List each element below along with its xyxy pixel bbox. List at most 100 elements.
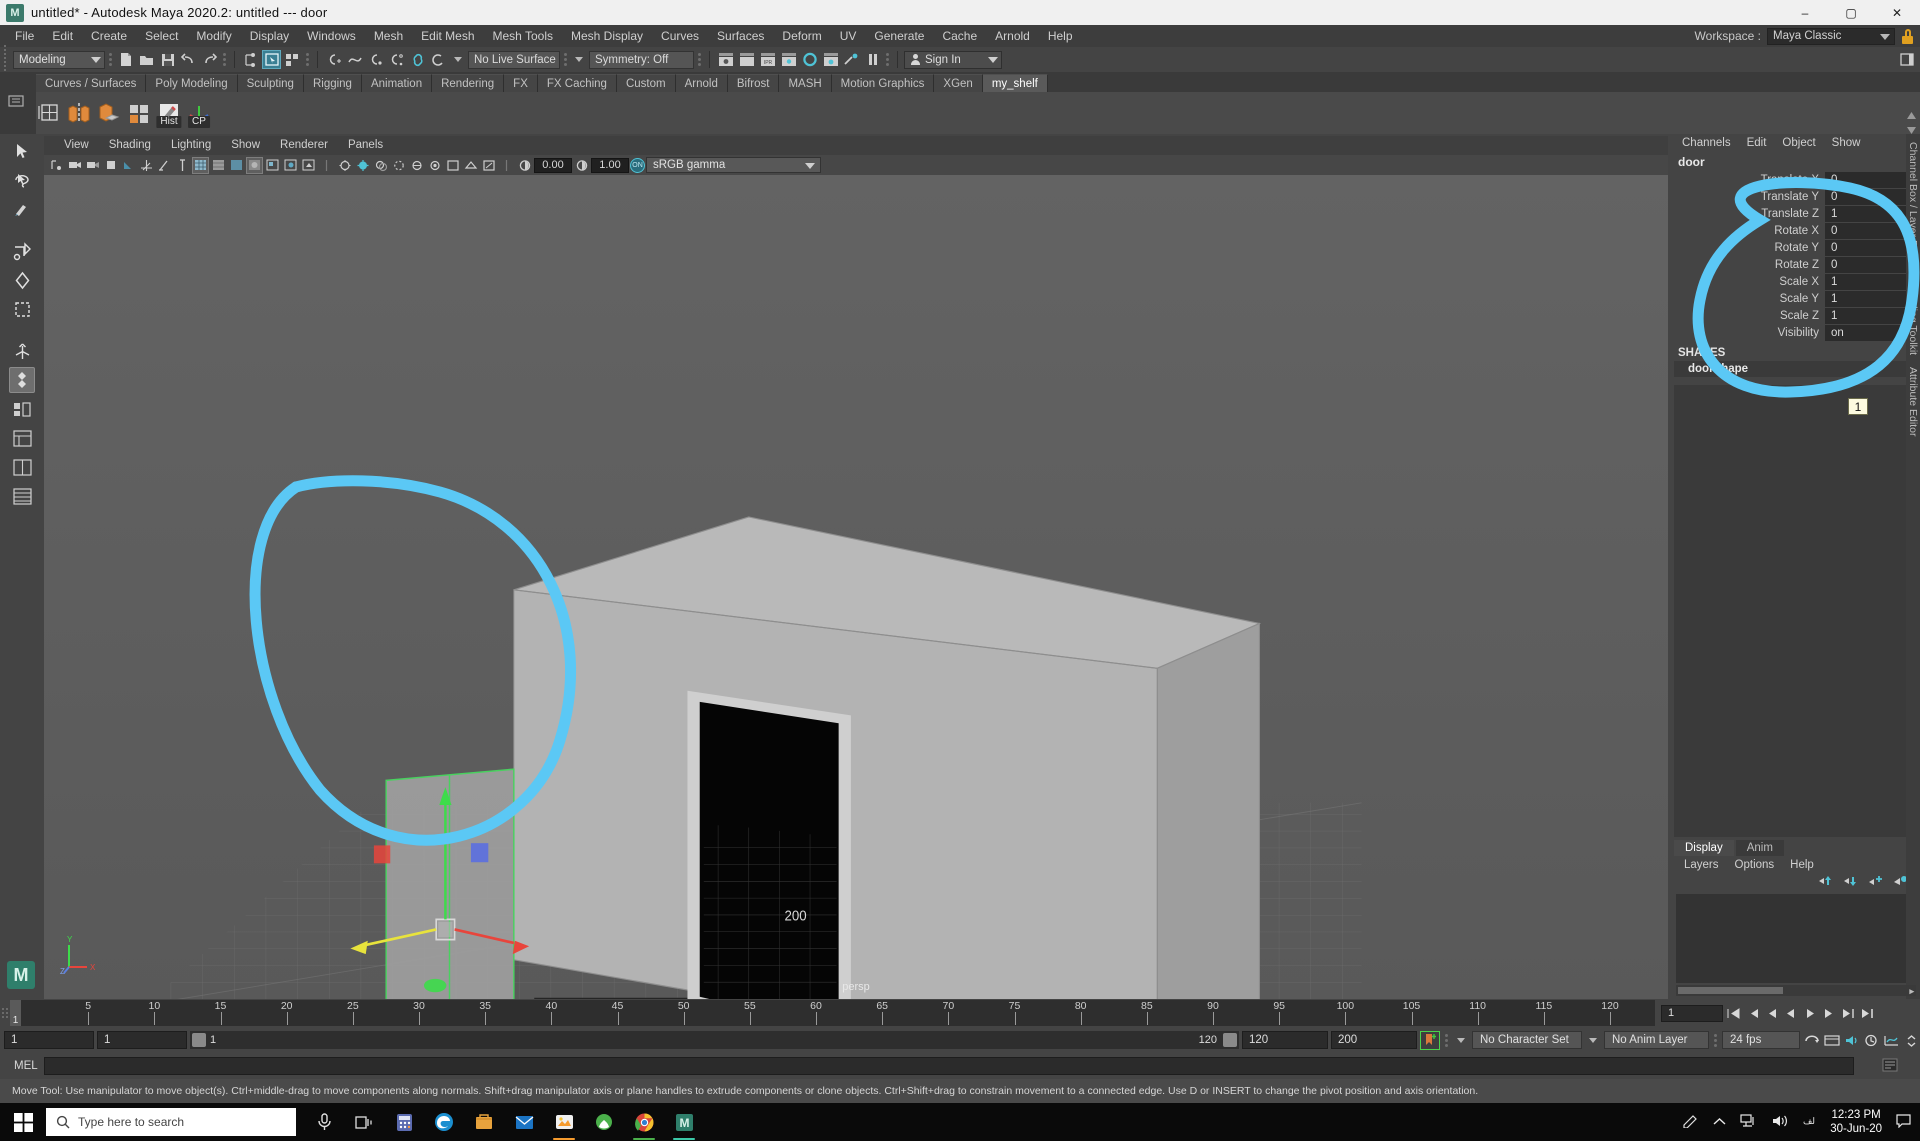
- two-d-pan-zoom-icon[interactable]: [120, 157, 137, 174]
- shelf-tab-sculpting[interactable]: Sculpting: [237, 74, 304, 92]
- chevron-down-icon[interactable]: [454, 57, 462, 62]
- scale-tool[interactable]: [9, 296, 35, 322]
- chrome-icon[interactable]: [624, 1103, 664, 1141]
- network-icon[interactable]: [1740, 1113, 1757, 1131]
- layer-menu-layers[interactable]: Layers: [1676, 859, 1727, 871]
- volume-icon[interactable]: [1771, 1114, 1788, 1131]
- side-tab-modeling-toolkit[interactable]: Modeling Toolkit: [1906, 274, 1920, 361]
- viewport-menu-show[interactable]: Show: [221, 136, 270, 155]
- layer-menu-help[interactable]: Help: [1782, 859, 1822, 871]
- menu-mesh-display[interactable]: Mesh Display: [562, 25, 652, 47]
- color-management-toggle[interactable]: ON: [630, 157, 645, 173]
- range-handle-left[interactable]: [192, 1033, 206, 1047]
- shelf-tab-fx[interactable]: FX: [504, 74, 538, 92]
- animation-start-time-field[interactable]: 1: [4, 1031, 94, 1049]
- channel-menu-show[interactable]: Show: [1824, 134, 1869, 152]
- save-scene-icon[interactable]: [158, 50, 177, 69]
- motion-blur-icon[interactable]: [408, 157, 425, 174]
- select-by-component-icon[interactable]: [283, 50, 302, 69]
- sign-in-button[interactable]: Sign In: [904, 50, 1002, 69]
- maya-taskbar-icon[interactable]: M: [664, 1103, 704, 1141]
- shelf-tab-animation[interactable]: Animation: [361, 74, 433, 92]
- go-to-start-icon[interactable]: [1725, 1005, 1742, 1022]
- graph-editor-icon[interactable]: [1883, 1032, 1900, 1049]
- ipr-render-icon[interactable]: IPR: [758, 50, 777, 69]
- sidebar-toggle-icon[interactable]: [1897, 50, 1916, 69]
- tab-anim-layers[interactable]: Anim: [1735, 840, 1784, 856]
- time-slider-drag-handle[interactable]: [0, 1001, 10, 1025]
- display-layer-list[interactable]: [1676, 894, 1916, 983]
- animation-end-time-field[interactable]: 200: [1331, 1031, 1417, 1049]
- film-gate-icon[interactable]: [156, 157, 173, 174]
- channel-row-rotate-y[interactable]: Rotate Y 0: [1670, 240, 1920, 256]
- menu-cache[interactable]: Cache: [933, 25, 986, 47]
- viewport-menu-lighting[interactable]: Lighting: [161, 136, 221, 155]
- shelf-tab-motion-graphics[interactable]: Motion Graphics: [831, 74, 935, 92]
- xray-shading-icon[interactable]: [264, 157, 281, 174]
- render-sequence-icon[interactable]: [737, 50, 756, 69]
- maximize-button[interactable]: ▢: [1828, 0, 1874, 25]
- viewport-menu-view[interactable]: View: [54, 136, 99, 155]
- menu-select[interactable]: Select: [136, 25, 187, 47]
- play-backwards-icon[interactable]: [1782, 1005, 1799, 1022]
- mail-icon[interactable]: [504, 1103, 544, 1141]
- tab-display-layers[interactable]: Display: [1674, 840, 1734, 856]
- viewport-menu-panels[interactable]: Panels: [338, 136, 393, 155]
- gamma-icon[interactable]: [573, 157, 590, 174]
- menu-display[interactable]: Display: [241, 25, 298, 47]
- calculator-icon[interactable]: [384, 1103, 424, 1141]
- four-view-layout-tool[interactable]: [9, 483, 35, 509]
- lasso-tool[interactable]: [9, 167, 35, 193]
- color-management-icon[interactable]: [480, 157, 497, 174]
- pen-input-icon[interactable]: [1682, 1113, 1699, 1131]
- step-back-frame-icon[interactable]: [1763, 1005, 1780, 1022]
- select-camera-icon[interactable]: [48, 157, 65, 174]
- open-scene-icon[interactable]: [137, 50, 156, 69]
- shadows-icon[interactable]: [372, 157, 389, 174]
- channel-menu-object[interactable]: Object: [1774, 134, 1823, 152]
- channel-row-scale-z[interactable]: Scale Z 1: [1670, 308, 1920, 324]
- viewport-menu-renderer[interactable]: Renderer: [270, 136, 338, 155]
- symmetry-field[interactable]: Symmetry: Off: [589, 50, 694, 69]
- select-tool[interactable]: [9, 138, 35, 164]
- ambient-occlusion-icon[interactable]: [390, 157, 407, 174]
- side-tab-channel-box[interactable]: Channel Box / Layer Editor: [1906, 134, 1920, 274]
- channel-row-visibility[interactable]: Visibility on: [1670, 325, 1920, 341]
- channel-row-rotate-z[interactable]: Rotate Z 0: [1670, 257, 1920, 273]
- shelf-button-history[interactable]: Hist: [156, 99, 182, 128]
- viewport-menu-shading[interactable]: Shading: [99, 136, 161, 155]
- chevron-down-icon[interactable]: [1457, 1037, 1465, 1043]
- menu-set-dropdown[interactable]: Modeling: [13, 50, 105, 69]
- side-tab-attribute-editor[interactable]: Attribute Editor: [1906, 361, 1920, 442]
- snap-tool[interactable]: [9, 396, 35, 422]
- screen-space-ao-icon[interactable]: [426, 157, 443, 174]
- range-handle-right[interactable]: [1223, 1033, 1237, 1047]
- channel-row-rotate-x[interactable]: Rotate X 0: [1670, 223, 1920, 239]
- shelf-button-grid[interactable]: [36, 99, 62, 127]
- snap-to-view-plane-icon[interactable]: [408, 50, 427, 69]
- color-space-dropdown[interactable]: sRGB gamma: [646, 157, 821, 173]
- shelf-tab-mash[interactable]: MASH: [779, 74, 832, 92]
- shelf-tab-rigging[interactable]: Rigging: [303, 74, 362, 92]
- xbox-icon[interactable]: [584, 1103, 624, 1141]
- channel-row-translate-z[interactable]: Translate Z 1: [1670, 206, 1920, 222]
- mel-command-input[interactable]: [43, 1057, 1854, 1075]
- shelf-tab-custom[interactable]: Custom: [616, 74, 676, 92]
- snap-to-point-icon[interactable]: [366, 50, 385, 69]
- workspace-dropdown[interactable]: Maya Classic: [1767, 27, 1895, 45]
- time-slider-current-frame[interactable]: 1: [10, 1000, 21, 1026]
- character-set-dropdown[interactable]: No Character Set: [1472, 1031, 1582, 1049]
- menu-arnold[interactable]: Arnold: [986, 25, 1039, 47]
- expand-time-editor-icon[interactable]: [1903, 1032, 1920, 1049]
- shelf-button-extrude[interactable]: [96, 99, 122, 127]
- use-all-lights-icon[interactable]: [336, 157, 353, 174]
- minimize-button[interactable]: –: [1782, 0, 1828, 25]
- time-settings-icon[interactable]: [1863, 1032, 1880, 1049]
- menu-help[interactable]: Help: [1039, 25, 1082, 47]
- step-back-keyframe-icon[interactable]: [1744, 1005, 1761, 1022]
- wireframe-shading-icon[interactable]: [192, 156, 209, 174]
- shelf-tab-my-shelf[interactable]: my_shelf: [982, 74, 1048, 92]
- use-selected-lights-icon[interactable]: [354, 157, 371, 174]
- gamma-value[interactable]: 1.00: [591, 157, 629, 173]
- outliner-panel-tool[interactable]: [9, 425, 35, 451]
